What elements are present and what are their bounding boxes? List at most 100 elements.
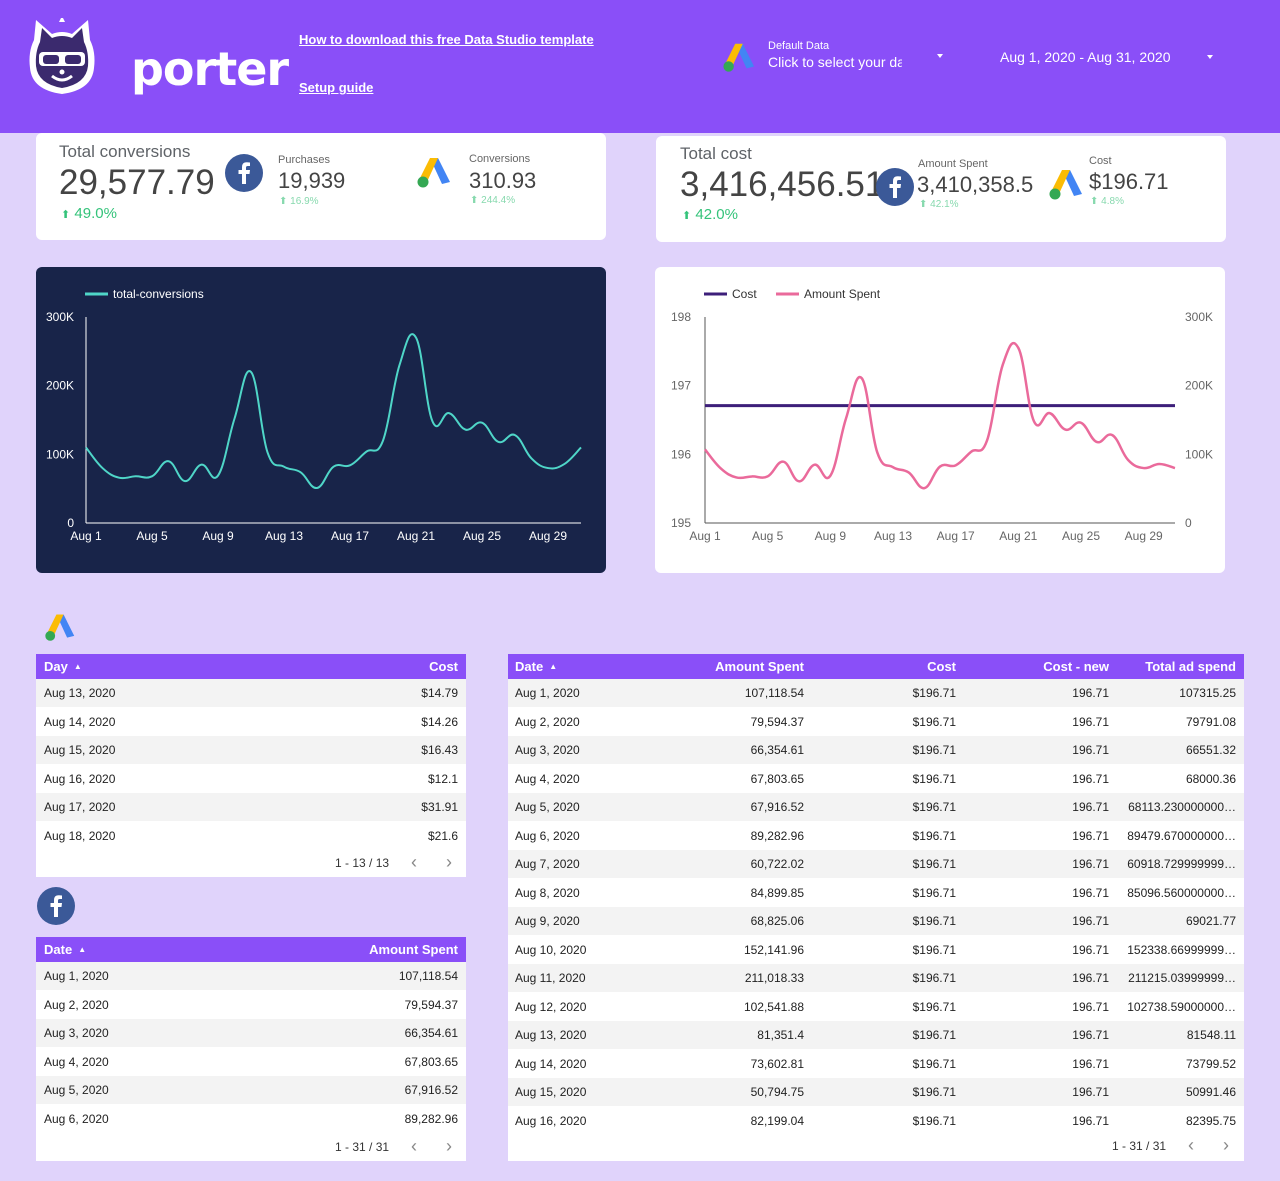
table-cell: Aug 8, 2020: [515, 885, 580, 900]
facebook-spend-table: Date ▲ Amount Spent Aug 1, 2020 107,118.54…: [36, 937, 466, 1161]
table-cell: $196.71: [912, 857, 956, 871]
table-cell: 67,916.52: [404, 1083, 458, 1097]
table-row: Aug 17, 2020 $31.91: [36, 793, 466, 821]
kpi-fb-label: Purchases: [278, 154, 330, 166]
table-cell: 73,602.81: [750, 1056, 804, 1071]
table-cell: Aug 18, 2020: [44, 828, 116, 843]
table-cell: Aug 4, 2020: [44, 1054, 109, 1069]
y-right-tick-label: 300K: [1185, 310, 1213, 324]
data-control-value: Click to select your data: [768, 54, 902, 70]
table-cell: 66,354.61: [404, 1026, 458, 1040]
chevron-right-icon[interactable]: ›: [446, 1136, 452, 1157]
table-cell: 196.71: [1072, 686, 1109, 700]
table-row: Aug 2, 2020 79,594.37: [36, 990, 466, 1019]
table-cell: 60,722.02: [750, 857, 804, 871]
column-header-cost[interactable]: Cost: [429, 659, 458, 674]
table-cell: 79,594.37: [750, 714, 804, 729]
chevron-right-icon[interactable]: ›: [1223, 1135, 1229, 1156]
column-header-cost[interactable]: Cost: [927, 659, 956, 674]
table-cell: $196.71: [912, 1056, 956, 1071]
y-left-tick-label: 198: [671, 310, 691, 324]
column-header-date[interactable]: Date ▲: [44, 942, 86, 957]
table-cell: 196.71: [1072, 1056, 1109, 1071]
kpi-fb-delta: ⬆ 16.9%: [279, 196, 319, 207]
table-row: Aug 3, 2020 66,354.61: [36, 1019, 466, 1047]
date-range-control[interactable]: Aug 1, 2020 - Aug 31, 2020: [998, 46, 1218, 68]
table-cell: 66,354.61: [750, 743, 804, 757]
table-row: Aug 18, 2020 $21.6: [36, 821, 466, 850]
table-row: Aug 16, 2020 82,199.04 $196.71 196.71 82395.…: [508, 1106, 1244, 1135]
table-cell: $196.71: [912, 828, 956, 843]
table-cell: 107,118.54: [398, 969, 458, 983]
table-row: Aug 12, 2020 102,541.88 $196.71 196.71 10273…: [508, 992, 1244, 1021]
table-cell: 81548.11: [1186, 1028, 1236, 1042]
table-cell: 66551.32: [1185, 743, 1236, 757]
download-template-link[interactable]: How to download this free Data Studio te…: [299, 32, 594, 47]
table-cell: $31.91: [421, 800, 458, 814]
legend-label-amount-spent: Amount Spent: [804, 287, 881, 301]
chevron-left-icon[interactable]: ‹: [411, 1136, 417, 1157]
table-cell: 67,916.52: [750, 800, 804, 814]
table-cell: 50991.46: [1185, 1085, 1236, 1099]
kpi-fb-value: 19,939: [278, 168, 346, 193]
table-cell: 107315.25: [1179, 686, 1236, 700]
table-cell: 196.71: [1072, 714, 1109, 729]
x-tick-label: Aug 29: [1125, 529, 1163, 543]
table-header: Date ▲ Amount Spent: [36, 937, 466, 962]
legend-label-cost: Cost: [732, 287, 757, 301]
column-header-amount-spent[interactable]: Amount Spent: [715, 659, 804, 674]
table-cell: $196.71: [912, 942, 956, 957]
table-row: Aug 11, 2020 211,018.33 $196.71 196.71 21121…: [508, 964, 1244, 992]
kpi-ga-delta: ⬆ 244.4%: [470, 195, 516, 206]
column-header-day[interactable]: Day ▲: [44, 659, 82, 674]
table-row: Aug 4, 2020 67,803.65: [36, 1047, 466, 1076]
table-cell: Aug 4, 2020: [515, 771, 580, 786]
x-tick-label: Aug 21: [397, 529, 435, 543]
table-cell: 82395.75: [1185, 1113, 1236, 1128]
chevron-down-icon: [937, 54, 943, 58]
table-cell: Aug 9, 2020: [515, 914, 580, 928]
pagination-label: 1 - 31 / 31: [1112, 1139, 1167, 1153]
kpi-delta: ⬆ 49.0%: [61, 205, 117, 222]
column-header-total-ad-spend[interactable]: Total ad spend: [1145, 659, 1236, 674]
data-source-control[interactable]: Default Data Click to select your data: [722, 38, 952, 74]
y-tick-label: 300K: [46, 310, 74, 324]
table-cell: Aug 13, 2020: [44, 686, 116, 700]
porter-cat-logo-icon: [29, 16, 95, 94]
kpi-ga-value: 310.93: [469, 168, 537, 193]
table-cell: Aug 14, 2020: [515, 1056, 587, 1071]
setup-guide-link[interactable]: Setup guide: [299, 80, 373, 95]
conversions-chart-svg: 0 100K 200K 300K Aug 1 Aug 5 Aug 9 Aug 13 Aug 17…: [46, 287, 582, 543]
column-header-cost-new[interactable]: Cost - new: [1043, 659, 1109, 674]
column-header-amount-spent[interactable]: Amount Spent: [369, 942, 458, 957]
google-ads-icon: [45, 614, 75, 641]
table-row: Aug 14, 2020 73,602.81 $196.71 196.71 73799.…: [508, 1049, 1244, 1078]
arrow-up-icon: ⬆: [61, 209, 71, 221]
column-header-date[interactable]: Date ▲: [515, 659, 557, 674]
table-row: Aug 13, 2020 $14.79: [36, 679, 466, 707]
conversions-chart: 0 100K 200K 300K Aug 1 Aug 5 Aug 9 Aug 13 Aug 17…: [36, 267, 606, 573]
table-cell: Aug 2, 2020: [515, 714, 580, 729]
cost-chart-svg: 195 196 197 198 0 100K 200K 300K Aug 1 Aug 5 Aug 9…: [671, 287, 1213, 543]
table-cell: Aug 14, 2020: [44, 714, 116, 729]
table-cell: 69021.77: [1185, 914, 1236, 928]
table-cell: 60918.729999999…: [1127, 857, 1236, 871]
table-cell: Aug 2, 2020: [44, 997, 109, 1012]
table-cell: Aug 16, 2020: [515, 1113, 587, 1128]
chevron-right-icon[interactable]: ›: [446, 852, 452, 873]
chevron-left-icon[interactable]: ‹: [411, 852, 417, 873]
table-cell: $196.71: [912, 743, 956, 757]
table-cell: Aug 5, 2020: [44, 1083, 109, 1097]
chevron-left-icon[interactable]: ‹: [1188, 1135, 1194, 1156]
table-cell: 79791.08: [1185, 714, 1236, 729]
google-ads-cost-table: Day ▲ Cost Aug 13, 2020 $14.79 Aug 14, 2020…: [36, 654, 466, 877]
table-cell: 82,199.04: [750, 1113, 804, 1128]
date-range-value: Aug 1, 2020 - Aug 31, 2020: [1000, 49, 1171, 65]
cost-chart: 195 196 197 198 0 100K 200K 300K Aug 1 Aug 5 Aug 9…: [655, 267, 1225, 573]
table-cell: Aug 15, 2020: [515, 1085, 587, 1099]
table-row: Aug 8, 2020 84,899.85 $196.71 196.71 85096.5…: [508, 878, 1244, 907]
x-tick-label: Aug 1: [689, 529, 721, 543]
table-cell: 196.71: [1072, 1113, 1109, 1128]
y-right-tick-label: 200K: [1185, 379, 1213, 393]
y-tick-label: 0: [67, 516, 74, 530]
